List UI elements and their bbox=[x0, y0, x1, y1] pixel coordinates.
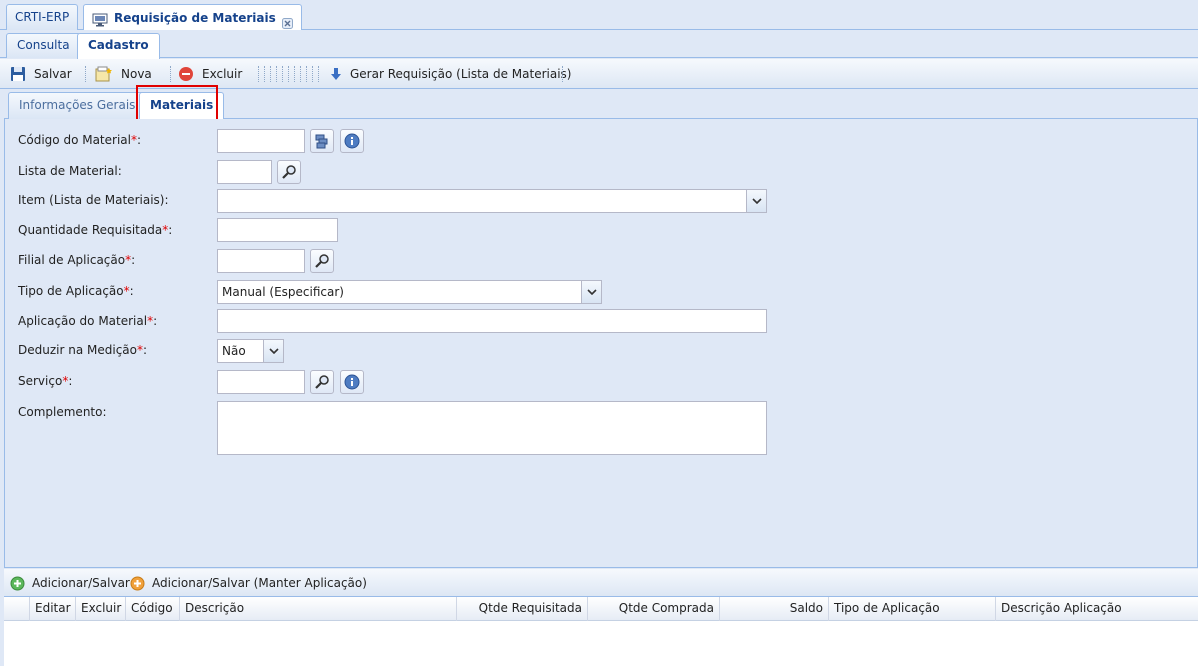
tab-consulta[interactable]: Consulta bbox=[6, 33, 81, 58]
toolbar-separator bbox=[306, 66, 307, 82]
toolbar-separator bbox=[562, 66, 563, 82]
complemento-textarea[interactable] bbox=[217, 401, 767, 455]
toolbar-separator bbox=[318, 66, 319, 82]
delete-button[interactable]: Excluir bbox=[178, 65, 242, 83]
tab-crti-erp[interactable]: CRTI-ERP bbox=[6, 4, 79, 30]
tab-label: CRTI-ERP bbox=[15, 10, 70, 24]
filial-input[interactable] bbox=[217, 249, 305, 273]
add-orange-icon bbox=[130, 576, 145, 591]
aplicacao-label: Aplicação do Material*: bbox=[18, 314, 158, 328]
column-qtde-requisitada[interactable]: Qtde Requisitada bbox=[457, 597, 588, 621]
generate-requisition-button[interactable]: Gerar Requisição (Lista de Materiais) bbox=[330, 65, 571, 83]
add-save-label: Adicionar/Salvar bbox=[32, 576, 130, 590]
aplicacao-input[interactable] bbox=[217, 309, 767, 333]
toolbar-separator bbox=[294, 66, 295, 82]
lista-label: Lista de Material: bbox=[18, 164, 122, 178]
toolbar-separator bbox=[300, 66, 301, 82]
servico-search-button[interactable] bbox=[310, 370, 334, 394]
delete-label: Excluir bbox=[202, 67, 243, 81]
codigo-label: Código do Material*: bbox=[18, 133, 142, 147]
new-button[interactable]: Nova bbox=[95, 65, 152, 83]
deduzir-value: Não bbox=[222, 344, 246, 358]
tipo-select[interactable]: Manual (Especificar) bbox=[217, 280, 602, 304]
add-save-keep-button[interactable]: Adicionar/Salvar (Manter Aplicação) bbox=[130, 574, 367, 592]
toolbar-separator bbox=[264, 66, 265, 82]
column-qtde-comprada[interactable]: Qtde Comprada bbox=[588, 597, 720, 621]
tab-informacoes-gerais[interactable]: Informações Gerais bbox=[8, 92, 147, 119]
lista-input[interactable] bbox=[217, 160, 272, 184]
toolbar-separator bbox=[288, 66, 289, 82]
magnifier-icon bbox=[314, 253, 330, 269]
toolbar-separator bbox=[282, 66, 283, 82]
stack-lookup-button[interactable] bbox=[310, 129, 334, 153]
tipo-value: Manual (Especificar) bbox=[222, 285, 344, 299]
save-button[interactable]: Salvar bbox=[10, 65, 72, 83]
filial-label: Filial de Aplicação*: bbox=[18, 253, 136, 267]
info-icon bbox=[344, 133, 360, 149]
add-icon bbox=[10, 576, 25, 591]
chevron-down-icon[interactable] bbox=[746, 190, 766, 212]
tab-requisicao-materiais[interactable]: Requisição de Materiais bbox=[83, 4, 302, 31]
deduzir-select[interactable]: Não bbox=[217, 339, 284, 363]
chevron-down-icon[interactable] bbox=[581, 281, 601, 303]
column-descricao[interactable]: Descrição bbox=[180, 597, 457, 621]
toolbar-separator bbox=[270, 66, 271, 82]
toolbar-separator bbox=[258, 66, 259, 82]
toolbar-separator bbox=[85, 66, 86, 82]
column-editar[interactable]: Editar bbox=[30, 597, 76, 621]
toolbar-separator bbox=[170, 66, 171, 82]
quantidade-input[interactable] bbox=[217, 218, 338, 242]
toolbar-separator bbox=[312, 66, 313, 82]
save-label: Salvar bbox=[34, 67, 72, 81]
add-save-keep-label: Adicionar/Salvar (Manter Aplicação) bbox=[152, 576, 367, 590]
monitor-icon bbox=[92, 11, 108, 27]
arrow-down-icon bbox=[330, 67, 342, 81]
chevron-down-icon[interactable] bbox=[263, 340, 283, 362]
sub-tab-bar: Consulta Cadastro bbox=[0, 30, 1198, 59]
add-save-button[interactable]: Adicionar/Salvar bbox=[10, 574, 130, 592]
floppy-disk-icon bbox=[10, 66, 26, 82]
materials-grid: Editar Excluir Código Descrição Qtde Req… bbox=[4, 597, 1198, 666]
column-excluir[interactable]: Excluir bbox=[76, 597, 126, 621]
new-document-icon bbox=[95, 66, 113, 82]
delete-icon bbox=[178, 66, 194, 82]
info-icon bbox=[344, 374, 360, 390]
filial-search-button[interactable] bbox=[310, 249, 334, 273]
servico-info-button[interactable] bbox=[340, 370, 364, 394]
stack-icon bbox=[314, 133, 330, 149]
tab-label: Informações Gerais bbox=[19, 98, 136, 112]
lista-search-button[interactable] bbox=[277, 160, 301, 184]
magnifier-icon bbox=[314, 374, 330, 390]
grid-header-cell bbox=[4, 597, 30, 621]
tab-cadastro[interactable]: Cadastro bbox=[77, 33, 160, 59]
complemento-label: Complemento: bbox=[18, 405, 107, 419]
codigo-input[interactable] bbox=[217, 129, 305, 153]
tab-label: Cadastro bbox=[88, 38, 149, 52]
column-tipo-aplicacao[interactable]: Tipo de Aplicação bbox=[829, 597, 996, 621]
tipo-label: Tipo de Aplicação*: bbox=[18, 284, 134, 298]
tab-label: Consulta bbox=[17, 38, 70, 52]
column-descricao-aplicacao[interactable]: Descrição Aplicação bbox=[996, 597, 1198, 621]
grid-header: Editar Excluir Código Descrição Qtde Req… bbox=[4, 597, 1198, 621]
toolbar-separator bbox=[276, 66, 277, 82]
column-saldo[interactable]: Saldo bbox=[720, 597, 829, 621]
servico-input[interactable] bbox=[217, 370, 305, 394]
magnifier-icon bbox=[281, 164, 297, 180]
item-select[interactable] bbox=[217, 189, 767, 213]
column-codigo[interactable]: Código bbox=[126, 597, 180, 621]
info-button[interactable] bbox=[340, 129, 364, 153]
materials-form: Código do Material*: Lista de Material: … bbox=[4, 119, 1198, 568]
servico-label: Serviço*: bbox=[18, 374, 73, 388]
new-label: Nova bbox=[121, 67, 152, 81]
generate-label: Gerar Requisição (Lista de Materiais) bbox=[350, 67, 572, 81]
deduzir-label: Deduzir na Medição*: bbox=[18, 343, 148, 357]
tab-label: Requisição de Materiais bbox=[114, 11, 276, 25]
grid-toolbar: Adicionar/Salvar Adicionar/Salvar (Mante… bbox=[4, 569, 1198, 597]
app-tab-bar: CRTI-ERP Requisição de Materiais bbox=[0, 0, 1198, 31]
item-label: Item (Lista de Materiais): bbox=[18, 193, 169, 207]
close-icon[interactable] bbox=[281, 13, 293, 29]
quantidade-label: Quantidade Requisitada*: bbox=[18, 223, 173, 237]
